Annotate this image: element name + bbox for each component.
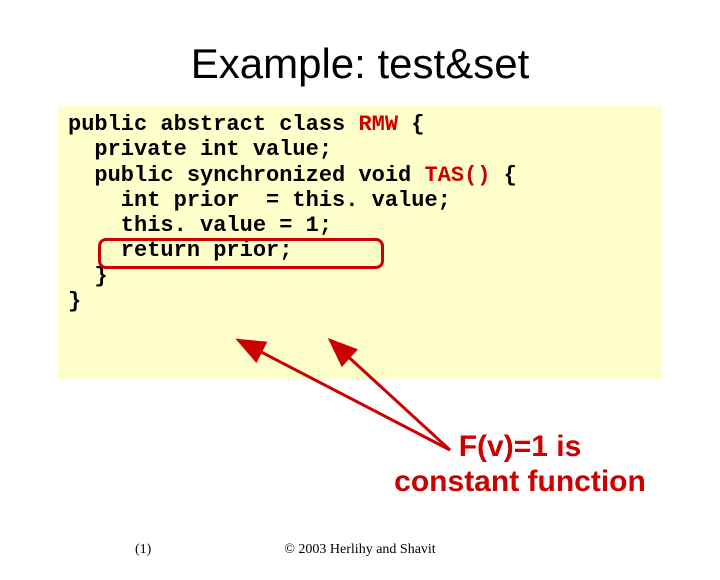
page-number: (1) — [135, 542, 151, 558]
code-keyword-rmw: RMW — [358, 112, 398, 137]
annotation-text: F(v)=1 is constant function — [390, 430, 650, 499]
annotation-line: F(v)=1 is — [390, 430, 650, 465]
annotation-line: constant function — [390, 465, 650, 500]
code-line: public synchronized void TAS() { — [68, 163, 652, 188]
code-block: public abstract class RMW { private int … — [58, 106, 662, 380]
code-text: public abstract class — [68, 112, 358, 137]
code-line: } — [68, 264, 652, 289]
code-text: public synchronized void — [68, 163, 424, 188]
code-keyword-tas: TAS() — [424, 163, 490, 188]
code-text: { — [398, 112, 424, 137]
code-line: int prior = this. value; — [68, 188, 652, 213]
slide-title: Example: test&set — [0, 40, 720, 88]
code-line: this. value = 1; — [68, 213, 652, 238]
code-line: public abstract class RMW { — [68, 112, 652, 137]
code-text: { — [490, 163, 516, 188]
code-line: private int value; — [68, 137, 652, 162]
code-line: return prior; — [68, 238, 652, 263]
copyright: © 2003 Herlihy and Shavit — [284, 542, 435, 558]
code-line: } — [68, 289, 652, 314]
